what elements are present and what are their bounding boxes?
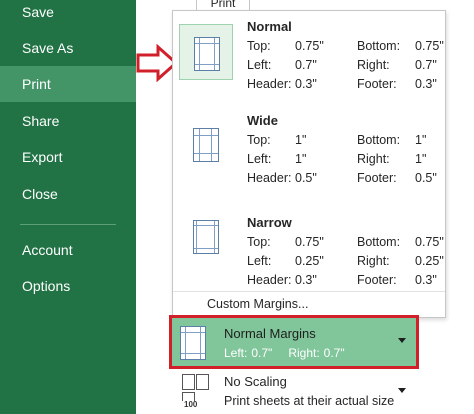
preset-values-left: Top: 1" Left: 1" Header: 0.5" — [247, 133, 317, 185]
scaling-subtitle: Print sheets at their actual size — [224, 394, 395, 408]
preset-icon-frame — [179, 116, 233, 172]
scaling-icon: 100 — [178, 372, 214, 412]
preset-values-right: Bottom: 0.75" Right: 0.7" Footer: 0.3" — [357, 39, 444, 91]
nav-save[interactable]: Save — [0, 0, 136, 30]
preset-name: Narrow — [247, 215, 292, 230]
preset-icon-frame — [179, 208, 233, 264]
combo-title: Normal Margins — [224, 326, 316, 341]
page-margins-icon — [194, 37, 220, 71]
chevron-down-icon[interactable] — [398, 338, 406, 343]
nav-divider — [20, 224, 116, 225]
nav-print[interactable]: Print — [0, 66, 136, 102]
margin-preset-normal[interactable]: Normal Top: 0.75" Left: 0.7" Header: 0.3" B… — [173, 11, 445, 103]
margin-preset-narrow[interactable]: Narrow Top: 0.75" Left: 0.25" Header: 0.3" … — [173, 195, 445, 287]
margin-preset-wide[interactable]: Wide Top: 1" Left: 1" Header: 0.5" Bottom: 1… — [173, 103, 445, 195]
page-margins-icon — [180, 326, 206, 360]
preset-values-left: Top: 0.75" Left: 0.25" Header: 0.3" — [247, 235, 324, 287]
preset-values-right: Bottom: 1" Right: 1" Footer: 0.5" — [357, 133, 437, 185]
preset-values-right: Bottom: 0.75" Right: 0.25" Footer: 0.3" — [357, 235, 444, 287]
scaling-title: No Scaling — [224, 374, 287, 389]
nav-options[interactable]: Options — [0, 268, 136, 304]
preset-name: Wide — [247, 113, 278, 128]
nav-account[interactable]: Account — [0, 232, 136, 268]
page-margins-icon — [193, 220, 219, 254]
custom-margins-item[interactable]: Custom Margins... — [207, 297, 308, 311]
margins-combo[interactable]: Normal Margins Left: 0.7" Right: 0.7" — [169, 315, 419, 369]
backstage-sidebar: Save Save As Print Share Export Close Ac… — [0, 0, 136, 414]
page-margins-icon — [193, 128, 219, 162]
menu-divider — [173, 291, 445, 292]
nav-save-as[interactable]: Save As — [0, 30, 136, 66]
margins-dropdown: Normal Top: 0.75" Left: 0.7" Header: 0.3" B… — [172, 10, 446, 318]
scaling-combo[interactable]: 100 No Scaling Print sheets at their act… — [172, 370, 416, 414]
nav-close[interactable]: Close — [0, 176, 136, 212]
nav-share[interactable]: Share — [0, 103, 136, 139]
preset-icon-frame — [179, 24, 233, 80]
chevron-down-icon[interactable] — [398, 388, 406, 393]
preset-values-left: Top: 0.75" Left: 0.7" Header: 0.3" — [247, 39, 324, 91]
preset-name: Normal — [247, 19, 292, 34]
nav-export[interactable]: Export — [0, 139, 136, 175]
combo-subtitle: Left: 0.7" Right: 0.7" — [224, 346, 345, 360]
